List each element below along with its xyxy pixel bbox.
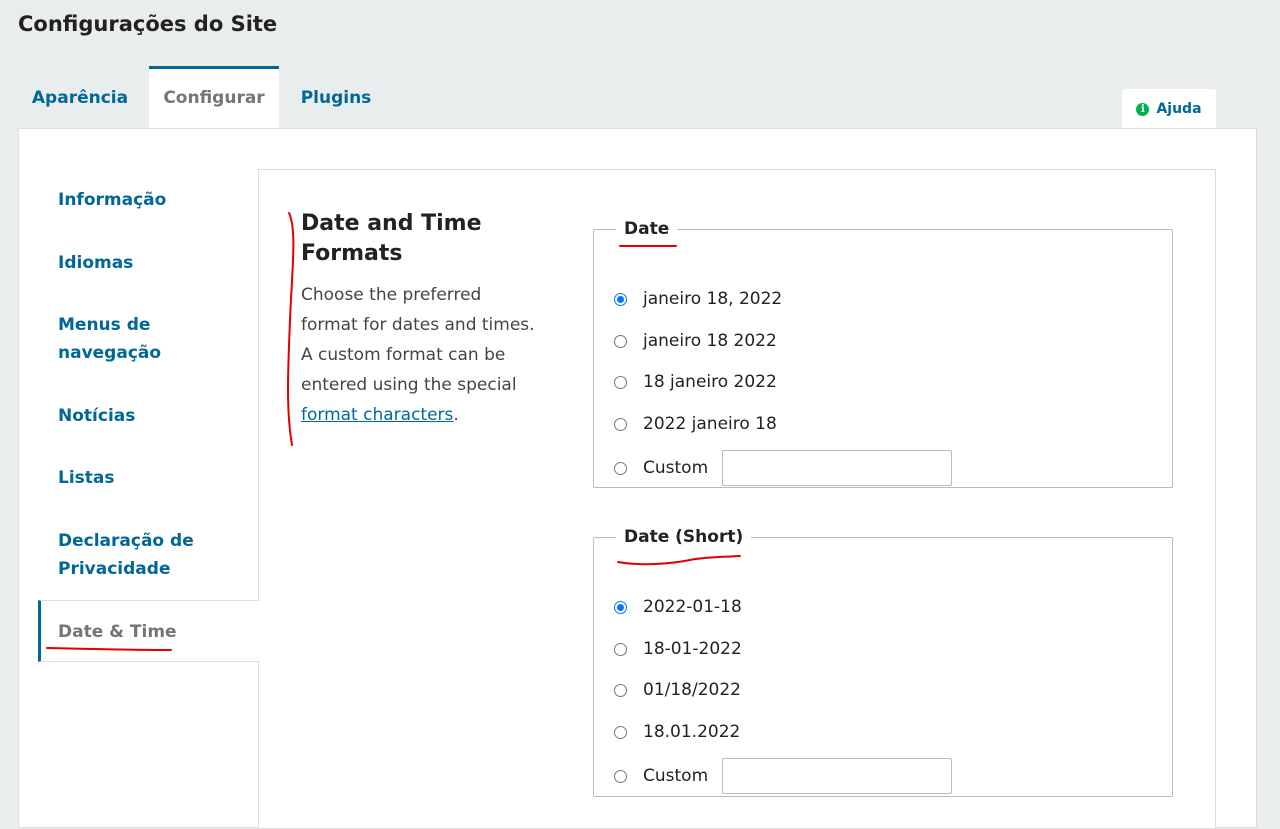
format-characters-link[interactable]: format characters xyxy=(301,405,453,425)
option-label: Custom xyxy=(643,458,709,478)
option-label: janeiro 18, 2022 xyxy=(643,289,783,309)
date-option-3[interactable]: 18 janeiro 2022 xyxy=(614,372,777,392)
option-label: 18 janeiro 2022 xyxy=(643,372,777,392)
section-description: Choose the preferred format for dates an… xyxy=(301,280,541,430)
tab-plugins[interactable]: Plugins xyxy=(286,66,386,128)
info-circle-icon: i xyxy=(1136,102,1150,116)
date-short-option-1[interactable]: 2022-01-18 xyxy=(614,597,742,617)
option-label: janeiro 18 2022 xyxy=(643,331,777,351)
radio-icon[interactable] xyxy=(614,375,627,389)
radio-icon[interactable] xyxy=(614,769,627,783)
radio-icon[interactable] xyxy=(614,334,627,348)
help-label: Ajuda xyxy=(1156,101,1202,117)
date-short-legend: Date (Short) xyxy=(624,527,744,547)
option-label: 01/18/2022 xyxy=(643,680,741,700)
date-option-2[interactable]: janeiro 18 2022 xyxy=(614,331,777,351)
sidebar-item-date-time[interactable]: Date & Time xyxy=(38,600,259,662)
section-title: Date and Time Formats xyxy=(301,211,482,266)
sidebar-item-menus-navegacao[interactable]: Menus de navegação xyxy=(38,311,259,367)
date-short-option-4[interactable]: 18.01.2022 xyxy=(614,722,740,742)
sidebar-item-idiomas[interactable]: Idiomas xyxy=(38,249,259,277)
date-short-format-group: Date (Short) 2022-01-18 18-01-2022 01/18… xyxy=(593,527,1173,797)
date-custom-input[interactable] xyxy=(722,450,953,486)
tab-configurar[interactable]: Configurar xyxy=(149,66,279,129)
radio-icon[interactable] xyxy=(614,683,627,697)
sidebar-item-listas[interactable]: Listas xyxy=(38,464,259,492)
sidebar-item-privacidade[interactable]: Declaração de Privacidade xyxy=(38,527,259,583)
date-short-option-3[interactable]: 01/18/2022 xyxy=(614,680,741,700)
radio-icon[interactable] xyxy=(614,461,627,475)
date-short-option-custom[interactable]: Custom xyxy=(614,758,953,794)
option-label: 18-01-2022 xyxy=(643,639,742,659)
date-format-group: Date janeiro 18, 2022 janeiro 18 2022 18… xyxy=(593,219,1173,488)
page-title: Configurações do Site xyxy=(18,12,278,36)
help-button[interactable]: i Ajuda xyxy=(1122,89,1216,129)
tab-aparencia[interactable]: Aparência xyxy=(18,66,142,128)
radio-checked-icon[interactable] xyxy=(614,600,627,614)
date-option-4[interactable]: 2022 janeiro 18 xyxy=(614,414,777,434)
option-label: 2022-01-18 xyxy=(643,597,742,617)
sidebar-item-informacao[interactable]: Informação xyxy=(38,186,259,214)
option-label: 2022 janeiro 18 xyxy=(643,414,777,434)
option-label: Custom xyxy=(643,766,709,786)
radio-checked-icon[interactable] xyxy=(614,292,627,306)
date-short-custom-input[interactable] xyxy=(722,758,953,794)
date-legend: Date xyxy=(624,219,670,239)
description-end: . xyxy=(453,405,459,425)
option-label: 18.01.2022 xyxy=(643,722,741,742)
date-short-option-2[interactable]: 18-01-2022 xyxy=(614,639,742,659)
radio-icon[interactable] xyxy=(614,417,627,431)
sidebar-item-noticias[interactable]: Notícias xyxy=(38,402,259,430)
description-text: Choose the preferred format for dates an… xyxy=(301,285,535,395)
date-option-custom[interactable]: Custom xyxy=(614,450,953,486)
radio-icon[interactable] xyxy=(614,642,627,656)
date-option-1[interactable]: janeiro 18, 2022 xyxy=(614,289,782,309)
radio-icon[interactable] xyxy=(614,725,627,739)
